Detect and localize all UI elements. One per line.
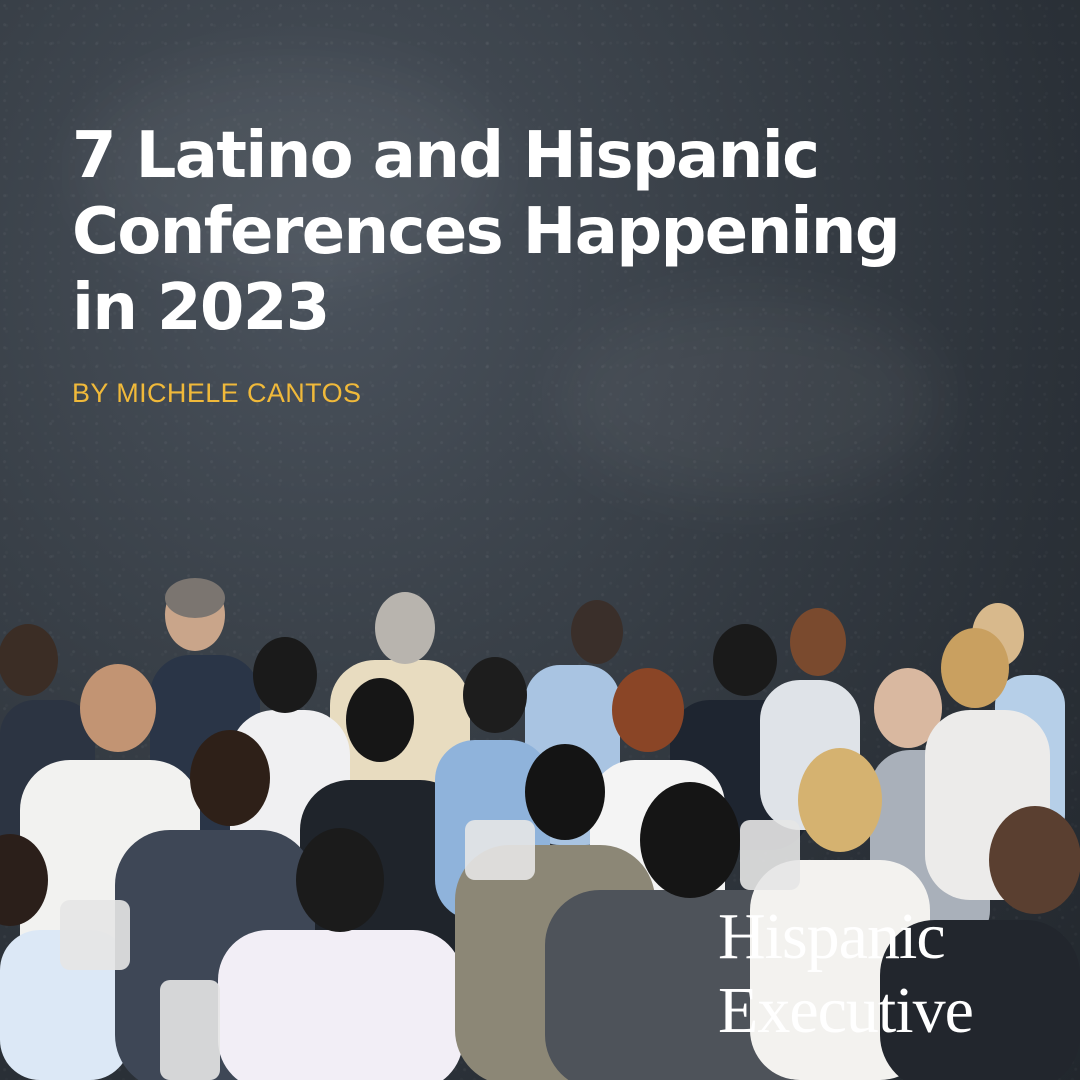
logo-line-1: Hispanic [718,900,946,973]
headline: 7 Latino and Hispanic Conferences Happen… [72,118,1032,346]
headline-line-2: Conferences Happening [72,195,901,269]
hispanic-executive-logo[interactable]: Hispanic Executive [718,900,1058,1048]
headline-line-1: 7 Latino and Hispanic [72,119,820,193]
post-canvas: 7 Latino and Hispanic Conferences Happen… [0,0,1080,1080]
headline-line-3: in 2023 [72,271,330,345]
author-byline: BY MICHELE CANTOS [72,378,362,408]
logo-line-2: Executive [718,974,974,1047]
